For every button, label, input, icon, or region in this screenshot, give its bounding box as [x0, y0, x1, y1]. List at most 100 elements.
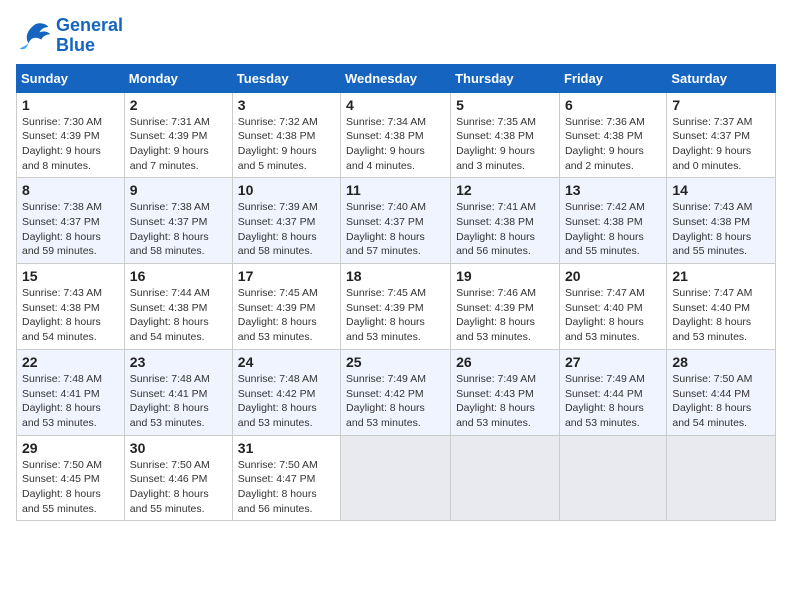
day-number: 25: [346, 354, 445, 370]
day-detail: Sunrise: 7:50 AMSunset: 4:44 PMDaylight:…: [672, 372, 770, 431]
calendar-col-tuesday: Tuesday: [232, 64, 340, 92]
day-detail: Sunrise: 7:38 AMSunset: 4:37 PMDaylight:…: [130, 200, 227, 259]
day-detail: Sunrise: 7:47 AMSunset: 4:40 PMDaylight:…: [565, 286, 661, 345]
calendar-cell: 4Sunrise: 7:34 AMSunset: 4:38 PMDaylight…: [341, 92, 451, 178]
day-detail: Sunrise: 7:43 AMSunset: 4:38 PMDaylight:…: [672, 200, 770, 259]
calendar-cell: [667, 435, 776, 521]
day-number: 19: [456, 268, 554, 284]
calendar-cell: 27 Sunrise: 7:49 AMSunset: 4:44 PMDayligh…: [559, 349, 666, 435]
day-detail: Sunrise: 7:31 AMSunset: 4:39 PMDaylight:…: [130, 115, 227, 174]
calendar-col-saturday: Saturday: [667, 64, 776, 92]
day-number: 8: [22, 182, 119, 198]
day-number: 18: [346, 268, 445, 284]
calendar-cell: 23 Sunrise: 7:48 AMSunset: 4:41 PMDayligh…: [124, 349, 232, 435]
day-number: 28: [672, 354, 770, 370]
calendar-cell: 22Sunrise: 7:48 AMSunset: 4:41 PMDayligh…: [17, 349, 125, 435]
calendar-col-monday: Monday: [124, 64, 232, 92]
day-number: 5: [456, 97, 554, 113]
day-number: 24: [238, 354, 335, 370]
calendar-cell: 18 Sunrise: 7:45 AMSunset: 4:39 PMDayligh…: [341, 264, 451, 350]
day-number: 13: [565, 182, 661, 198]
calendar-cell: 7 Sunrise: 7:37 AMSunset: 4:37 PMDaylight…: [667, 92, 776, 178]
calendar-cell: 24 Sunrise: 7:48 AMSunset: 4:42 PMDayligh…: [232, 349, 340, 435]
day-number: 26: [456, 354, 554, 370]
day-detail: Sunrise: 7:48 AMSunset: 4:41 PMDaylight:…: [130, 372, 227, 431]
calendar-cell: 26 Sunrise: 7:49 AMSunset: 4:43 PMDayligh…: [451, 349, 560, 435]
calendar-cell: 9 Sunrise: 7:38 AMSunset: 4:37 PMDaylight…: [124, 178, 232, 264]
day-detail: Sunrise: 7:34 AMSunset: 4:38 PMDaylight:…: [346, 115, 445, 174]
day-detail: Sunrise: 7:37 AMSunset: 4:37 PMDaylight:…: [672, 115, 770, 174]
calendar-week-3: 15 Sunrise: 7:43 AMSunset: 4:38 PMDayligh…: [17, 264, 776, 350]
day-detail: Sunrise: 7:40 AMSunset: 4:37 PMDaylight:…: [346, 200, 445, 259]
calendar-col-thursday: Thursday: [451, 64, 560, 92]
calendar-cell: 31 Sunrise: 7:50 AMSunset: 4:47 PMDayligh…: [232, 435, 340, 521]
calendar-week-4: 22 Sunrise: 7:48 AMSunset: 4:41 PMDayligh…: [17, 349, 776, 435]
page-header: General Blue: [16, 16, 776, 56]
calendar-cell: 5Sunrise: 7:35 AMSunset: 4:38 PMDaylight…: [451, 92, 560, 178]
calendar-cell: 21 Sunrise: 7:47 AMSunset: 4:40 PMDayligh…: [667, 264, 776, 350]
calendar-cell: 17 Sunrise: 7:45 AMSunset: 4:39 PMDayligh…: [232, 264, 340, 350]
calendar-col-sunday: Sunday: [17, 64, 125, 92]
day-detail: Sunrise: 7:45 AMSunset: 4:39 PMDaylight:…: [238, 286, 335, 345]
day-number: 20: [565, 268, 661, 284]
day-number: 23: [130, 354, 227, 370]
calendar-week-5: 29 Sunrise: 7:50 AMSunset: 4:45 PMDayligh…: [17, 435, 776, 521]
day-detail: Sunrise: 7:44 AMSunset: 4:38 PMDaylight:…: [130, 286, 227, 345]
calendar-cell: [341, 435, 451, 521]
day-number: 27: [565, 354, 661, 370]
day-detail: Sunrise: 7:42 AMSunset: 4:38 PMDaylight:…: [565, 200, 661, 259]
calendar-cell: [451, 435, 560, 521]
day-number: 1: [22, 97, 119, 113]
calendar-col-friday: Friday: [559, 64, 666, 92]
logo: General Blue: [16, 16, 123, 56]
day-detail: Sunrise: 7:49 AMSunset: 4:44 PMDaylight:…: [565, 372, 661, 431]
logo-bird-icon: [16, 18, 52, 54]
day-detail: Sunrise: 7:49 AMSunset: 4:42 PMDaylight:…: [346, 372, 445, 431]
calendar-cell: [559, 435, 666, 521]
calendar-week-1: 1Sunrise: 7:30 AMSunset: 4:39 PMDaylight…: [17, 92, 776, 178]
day-number: 30: [130, 440, 227, 456]
calendar-cell: 8 Sunrise: 7:38 AMSunset: 4:37 PMDaylight…: [17, 178, 125, 264]
calendar-cell: 20 Sunrise: 7:47 AMSunset: 4:40 PMDayligh…: [559, 264, 666, 350]
calendar-table: SundayMondayTuesdayWednesdayThursdayFrid…: [16, 64, 776, 522]
day-number: 7: [672, 97, 770, 113]
calendar-col-wednesday: Wednesday: [341, 64, 451, 92]
day-number: 22: [22, 354, 119, 370]
day-detail: Sunrise: 7:43 AMSunset: 4:38 PMDaylight:…: [22, 286, 119, 345]
day-detail: Sunrise: 7:47 AMSunset: 4:40 PMDaylight:…: [672, 286, 770, 345]
calendar-week-2: 8 Sunrise: 7:38 AMSunset: 4:37 PMDaylight…: [17, 178, 776, 264]
calendar-cell: 6 Sunrise: 7:36 AMSunset: 4:38 PMDaylight…: [559, 92, 666, 178]
day-detail: Sunrise: 7:48 AMSunset: 4:42 PMDaylight:…: [238, 372, 335, 431]
day-number: 31: [238, 440, 335, 456]
day-number: 10: [238, 182, 335, 198]
day-number: 21: [672, 268, 770, 284]
calendar-cell: 29 Sunrise: 7:50 AMSunset: 4:45 PMDayligh…: [17, 435, 125, 521]
day-detail: Sunrise: 7:41 AMSunset: 4:38 PMDaylight:…: [456, 200, 554, 259]
day-number: 11: [346, 182, 445, 198]
calendar-cell: 16Sunrise: 7:44 AMSunset: 4:38 PMDayligh…: [124, 264, 232, 350]
calendar-header-row: SundayMondayTuesdayWednesdayThursdayFrid…: [17, 64, 776, 92]
day-detail: Sunrise: 7:49 AMSunset: 4:43 PMDaylight:…: [456, 372, 554, 431]
day-detail: Sunrise: 7:39 AMSunset: 4:37 PMDaylight:…: [238, 200, 335, 259]
calendar-cell: 14Sunrise: 7:43 AMSunset: 4:38 PMDayligh…: [667, 178, 776, 264]
day-number: 6: [565, 97, 661, 113]
day-detail: Sunrise: 7:46 AMSunset: 4:39 PMDaylight:…: [456, 286, 554, 345]
day-number: 29: [22, 440, 119, 456]
day-detail: Sunrise: 7:50 AMSunset: 4:47 PMDaylight:…: [238, 458, 335, 517]
day-number: 9: [130, 182, 227, 198]
day-detail: Sunrise: 7:36 AMSunset: 4:38 PMDaylight:…: [565, 115, 661, 174]
day-number: 17: [238, 268, 335, 284]
calendar-cell: 15 Sunrise: 7:43 AMSunset: 4:38 PMDayligh…: [17, 264, 125, 350]
day-number: 15: [22, 268, 119, 284]
day-number: 12: [456, 182, 554, 198]
day-detail: Sunrise: 7:45 AMSunset: 4:39 PMDaylight:…: [346, 286, 445, 345]
day-detail: Sunrise: 7:50 AMSunset: 4:46 PMDaylight:…: [130, 458, 227, 517]
calendar-cell: 3 Sunrise: 7:32 AMSunset: 4:38 PMDaylight…: [232, 92, 340, 178]
day-detail: Sunrise: 7:32 AMSunset: 4:38 PMDaylight:…: [238, 115, 335, 174]
day-detail: Sunrise: 7:50 AMSunset: 4:45 PMDaylight:…: [22, 458, 119, 517]
calendar-cell: 12 Sunrise: 7:41 AMSunset: 4:38 PMDayligh…: [451, 178, 560, 264]
calendar-cell: 10 Sunrise: 7:39 AMSunset: 4:37 PMDayligh…: [232, 178, 340, 264]
day-number: 3: [238, 97, 335, 113]
calendar-cell: 1Sunrise: 7:30 AMSunset: 4:39 PMDaylight…: [17, 92, 125, 178]
day-detail: Sunrise: 7:38 AMSunset: 4:37 PMDaylight:…: [22, 200, 119, 259]
